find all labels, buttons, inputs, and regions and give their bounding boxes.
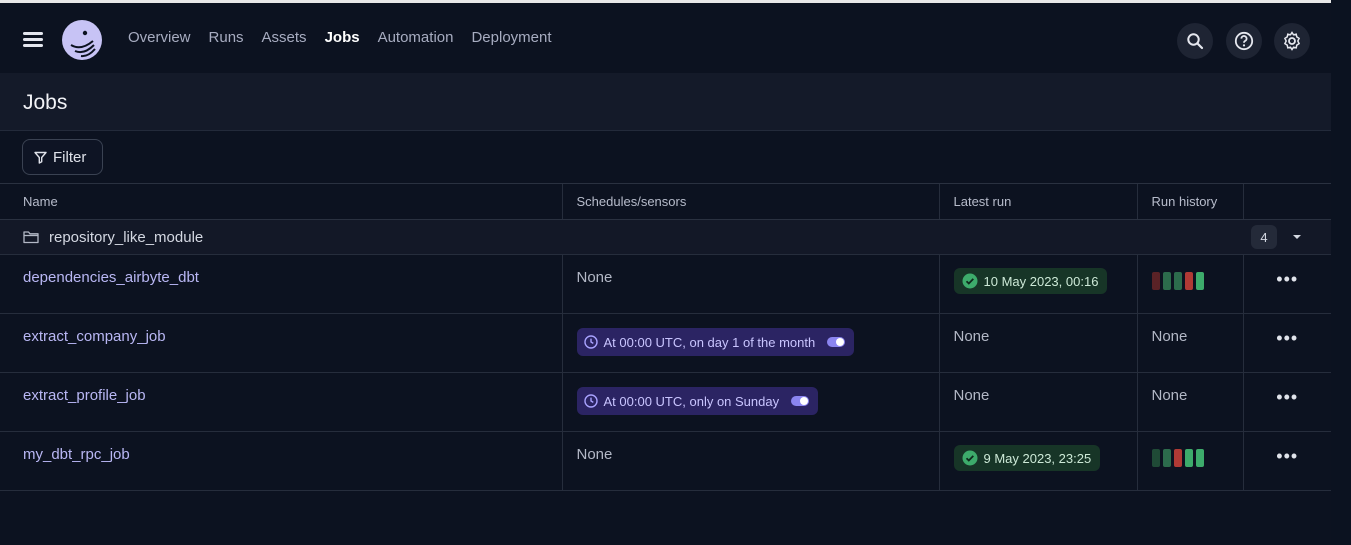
app-window: Overview Runs Assets Jobs Automation Dep… (0, 0, 1331, 545)
gear-icon (1283, 31, 1301, 51)
history-bar[interactable] (1162, 449, 1171, 467)
background-window-edge (1331, 0, 1351, 545)
top-navigation-bar: Overview Runs Assets Jobs Automation Dep… (0, 0, 1331, 73)
history-bar[interactable] (1173, 272, 1182, 290)
job-name-link[interactable]: dependencies_airbyte_dbt (23, 269, 199, 286)
repository-group: repository_like_module (23, 229, 1331, 246)
row-actions-button[interactable]: ••• (1244, 328, 1332, 349)
schedule-text: At 00:00 UTC, on day 1 of the month (603, 334, 816, 350)
row-actions-button[interactable]: ••• (1244, 269, 1332, 290)
success-check-icon (962, 450, 977, 466)
latest-run-none: None (953, 387, 990, 404)
success-check-icon (962, 273, 977, 289)
jobs-table: Name Schedules/sensors Latest run Run hi… (0, 183, 1331, 491)
job-name-link[interactable]: extract_profile_job (23, 387, 146, 404)
job-name-link[interactable]: my_dbt_rpc_job (23, 446, 130, 463)
schedule-toggle[interactable] (791, 396, 810, 406)
column-header-actions (1242, 183, 1331, 220)
table-row: extract_company_job At 00:00 UTC, on day… (0, 313, 1332, 373)
chevron-down-icon[interactable] (1292, 234, 1302, 240)
nav-automation[interactable]: Automation (378, 29, 454, 46)
run-history-none: None (1151, 387, 1188, 404)
schedule-none: None (576, 446, 613, 463)
nav-runs[interactable]: Runs (209, 29, 244, 46)
latest-run-none: None (953, 328, 990, 345)
column-header-latest-run: Latest run (938, 183, 1137, 220)
nav-overview[interactable]: Overview (128, 29, 191, 46)
schedule-toggle[interactable] (827, 337, 846, 347)
latest-run-tag[interactable]: 10 May 2023, 00:16 (953, 268, 1108, 294)
table-row: my_dbt_rpc_job None 9 May 2023, 23:25 ••… (0, 431, 1332, 491)
history-bar[interactable] (1151, 449, 1160, 467)
filter-bar: Filter (0, 131, 1331, 183)
table-header-row: Name Schedules/sensors Latest run Run hi… (0, 183, 1331, 220)
column-header-name[interactable]: Name (0, 183, 562, 220)
help-button[interactable] (1226, 23, 1262, 59)
search-button[interactable] (1177, 23, 1213, 59)
table-row: dependencies_airbyte_dbt None 10 May 202… (0, 254, 1332, 314)
history-bar[interactable] (1151, 272, 1160, 290)
clock-icon (583, 394, 598, 408)
repository-group-row[interactable]: repository_like_module 4 (0, 219, 1331, 255)
latest-run-time: 9 May 2023, 23:25 (983, 450, 1092, 466)
history-bar[interactable] (1195, 449, 1204, 467)
repository-name: repository_like_module (49, 228, 204, 246)
row-actions-button[interactable]: ••• (1244, 387, 1332, 408)
filter-label: Filter (53, 148, 87, 166)
folder-icon (23, 231, 39, 244)
main-nav: Overview Runs Assets Jobs Automation Dep… (128, 29, 552, 46)
history-bar[interactable] (1184, 449, 1193, 467)
filter-button[interactable]: Filter (22, 139, 103, 175)
schedule-tag[interactable]: At 00:00 UTC, on day 1 of the month (576, 328, 855, 356)
history-bar[interactable] (1184, 272, 1193, 290)
dagster-logo[interactable] (61, 19, 103, 61)
schedule-text: At 00:00 UTC, only on Sunday (603, 393, 780, 409)
settings-button[interactable] (1274, 23, 1310, 59)
run-history-bars (1151, 449, 1243, 467)
run-history-none: None (1151, 328, 1188, 345)
schedule-tag[interactable]: At 00:00 UTC, only on Sunday (576, 387, 819, 415)
run-history-bars (1151, 272, 1243, 290)
nav-deployment[interactable]: Deployment (471, 29, 551, 46)
latest-run-tag[interactable]: 9 May 2023, 23:25 (953, 445, 1101, 471)
page-header: Jobs (0, 73, 1331, 131)
latest-run-time: 10 May 2023, 00:16 (983, 273, 1099, 289)
job-count-badge: 4 (1251, 225, 1277, 249)
column-header-run-history: Run history (1136, 183, 1243, 220)
column-header-schedules: Schedules/sensors (561, 183, 939, 220)
nav-assets[interactable]: Assets (262, 29, 307, 46)
help-icon (1234, 31, 1254, 51)
table-row: extract_profile_job At 00:00 UTC, only o… (0, 372, 1332, 432)
clock-icon (583, 335, 598, 349)
history-bar[interactable] (1173, 449, 1182, 467)
schedule-none: None (576, 269, 613, 286)
job-name-link[interactable]: extract_company_job (23, 328, 166, 345)
history-bar[interactable] (1162, 272, 1171, 290)
nav-jobs[interactable]: Jobs (325, 29, 360, 46)
search-icon (1187, 33, 1204, 50)
filter-icon (34, 151, 47, 164)
page-title: Jobs (23, 91, 68, 114)
hamburger-menu-icon[interactable] (23, 31, 43, 47)
row-actions-button[interactable]: ••• (1244, 446, 1332, 467)
history-bar[interactable] (1195, 272, 1204, 290)
